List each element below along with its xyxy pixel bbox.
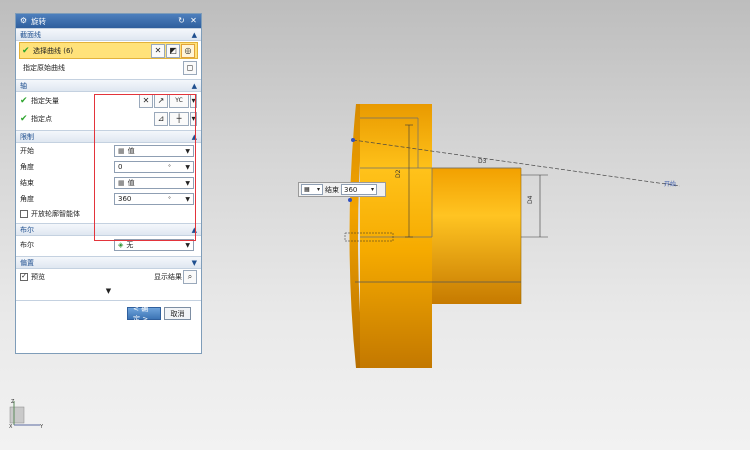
show-result-label[interactable]: 显示结果 xyxy=(154,272,182,282)
section-header-section-curve[interactable]: 截面线 ▲ xyxy=(16,28,201,41)
triad-z-label: Z xyxy=(11,399,15,405)
specify-origin-curve-row[interactable]: 指定原始曲线 ◻ xyxy=(16,60,201,76)
boolean-value: 无 xyxy=(126,241,134,249)
ok-button[interactable]: < 确定 > xyxy=(127,305,161,323)
handle-marker xyxy=(348,198,352,202)
shaft-body xyxy=(432,168,521,304)
chevron-down-icon: ▾ xyxy=(316,186,320,193)
flange-body xyxy=(360,104,432,368)
svg-text:D2: D2 xyxy=(395,169,402,178)
onscreen-value-field[interactable]: 360 ▾ xyxy=(341,184,377,195)
chevron-up-icon[interactable]: ▲ xyxy=(192,31,197,39)
preview-row: ✓ 预览 显示结果 ⌕ xyxy=(16,269,201,284)
axis-annotation: 开始 xyxy=(664,180,676,188)
select-curve-row[interactable]: ✔ 选择曲线 (6) ✕ ◩ ◎ xyxy=(19,42,198,59)
chevron-down-icon[interactable]: ▼ xyxy=(192,259,197,267)
onscreen-label: 结束 xyxy=(325,185,339,194)
onscreen-option-dropdown[interactable]: ▦ ▾ xyxy=(301,184,323,195)
triad-y-label: Y xyxy=(39,424,44,430)
gear-icon: ⚙ xyxy=(19,16,28,25)
magnifier-icon[interactable]: ⌕ xyxy=(183,269,197,284)
chevron-down-icon: ▾ xyxy=(370,186,374,193)
section-header-axis[interactable]: 轴 ▲ xyxy=(16,79,201,92)
coordinate-triad: Z Y X xyxy=(9,399,44,430)
check-icon: ✔ xyxy=(20,96,28,106)
chevron-up-icon[interactable]: ▲ xyxy=(192,82,197,90)
chevron-down-icon: ▼ xyxy=(185,241,190,249)
svg-text:D4: D4 xyxy=(527,195,534,204)
highlight-annotation-box xyxy=(94,94,196,241)
check-icon: ✔ xyxy=(20,114,28,124)
onscreen-end-input[interactable]: ▦ ▾ 结束 360 ▾ xyxy=(298,182,386,197)
section-title: 偏置 xyxy=(20,258,34,267)
section-title: 截面线 xyxy=(20,30,41,39)
onscreen-value: 360 xyxy=(344,185,358,194)
select-curve-label: 选择曲线 (6) xyxy=(33,46,74,55)
origin-curve-icon[interactable]: ◻ xyxy=(183,61,197,75)
dialog-buttons: < 确定 > 取消 xyxy=(16,301,201,323)
dialog-titlebar: ⚙ 旋转 ↻ ✕ xyxy=(16,14,201,28)
boolean-none-icon: ◈ xyxy=(118,241,124,249)
origin-curve-label: 指定原始曲线 xyxy=(23,64,65,72)
cancel-button[interactable]: 取消 xyxy=(164,307,191,320)
curve-icon[interactable]: ◎ xyxy=(181,43,195,58)
axis-point-marker xyxy=(351,138,355,142)
dialog-title: 旋转 xyxy=(31,16,46,26)
close-icon[interactable]: ✕ xyxy=(189,17,198,26)
more-options-row[interactable]: ▼ xyxy=(16,284,201,298)
deselect-icon[interactable]: ✕ xyxy=(151,43,165,58)
svg-text:D3: D3 xyxy=(478,158,487,165)
chevron-down-icon[interactable]: ▼ xyxy=(106,287,111,295)
triad-x-label: X xyxy=(9,424,13,430)
check-icon: ✔ xyxy=(22,45,30,56)
section-title: 轴 xyxy=(20,81,27,90)
preview-checkbox[interactable]: ✓ xyxy=(20,272,28,281)
section-header-offset[interactable]: 偏置 ▼ xyxy=(16,256,201,269)
sketch-section-icon[interactable]: ◩ xyxy=(166,43,180,58)
preview-label: 预览 xyxy=(31,272,45,281)
value-icon: ▦ xyxy=(304,186,310,193)
refresh-icon[interactable]: ↻ xyxy=(177,17,186,26)
open-profile-checkbox[interactable] xyxy=(20,209,28,218)
